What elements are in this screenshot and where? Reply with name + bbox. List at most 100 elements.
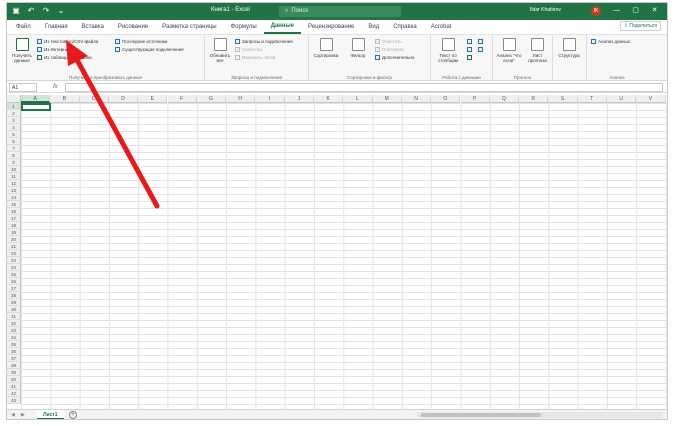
row-header[interactable]: 1 — [7, 103, 21, 110]
column-header[interactable]: L — [343, 95, 373, 103]
horizontal-scrollbar[interactable] — [417, 412, 663, 418]
column-header[interactable]: N — [401, 95, 432, 103]
row-header[interactable]: 12 — [7, 180, 21, 187]
data-analysis-button[interactable]: Анализ данных — [591, 38, 630, 45]
remove-duplicates-button[interactable] — [467, 46, 474, 53]
column-header[interactable]: O — [431, 95, 461, 103]
save-icon[interactable]: ▣ — [11, 6, 21, 16]
from-web-button[interactable]: Из Интернета — [37, 46, 73, 53]
row-header[interactable]: 8 — [7, 152, 21, 159]
row-header[interactable]: 34 — [7, 334, 21, 341]
column-header[interactable]: S — [548, 95, 578, 103]
advanced-filter-button[interactable]: Дополнительно — [375, 54, 414, 61]
properties-button[interactable]: Свойства — [235, 46, 262, 53]
tab-formulas[interactable]: Формулы — [224, 20, 264, 34]
row-header[interactable]: 29 — [7, 299, 21, 306]
row-header[interactable]: 14 — [7, 194, 21, 201]
row-header[interactable]: 23 — [7, 257, 21, 264]
row-header[interactable]: 22 — [7, 250, 21, 257]
row-header[interactable]: 21 — [7, 243, 21, 250]
row-header[interactable]: 3 — [7, 117, 21, 124]
row-header[interactable]: 17 — [7, 215, 21, 222]
row-header[interactable]: 41 — [7, 383, 21, 390]
row-header[interactable]: 31 — [7, 313, 21, 320]
column-header[interactable]: K — [314, 95, 344, 103]
column-header[interactable]: E — [138, 95, 168, 103]
tab-help[interactable]: Справка — [386, 20, 424, 34]
column-header[interactable]: I — [255, 95, 285, 103]
next-sheet-icon[interactable]: ▶ — [21, 412, 25, 418]
row-header[interactable]: 7 — [7, 145, 21, 152]
sort-button[interactable]: Сортировка — [311, 38, 341, 58]
row-header[interactable]: 9 — [7, 159, 21, 166]
row-header[interactable]: 11 — [7, 173, 21, 180]
worksheet-grid[interactable]: A B C D E F G H I J K L M N O P Q R S T U V 1 2 3 4 5 6 7 8 9 10 11 12 13 1… — [7, 95, 667, 409]
sheet-tab[interactable]: Лист1 — [37, 410, 64, 419]
row-header[interactable]: 18 — [7, 222, 21, 229]
tab-file[interactable]: Файл — [9, 20, 38, 34]
row-header[interactable]: 36 — [7, 348, 21, 355]
column-header[interactable]: Q — [489, 95, 520, 103]
customize-qat-icon[interactable]: ⌄ — [56, 6, 66, 16]
row-header[interactable]: 27 — [7, 285, 21, 292]
column-header[interactable]: U — [607, 95, 637, 103]
column-header[interactable]: T — [577, 95, 607, 103]
row-header[interactable]: 28 — [7, 292, 21, 299]
column-header[interactable]: B — [50, 95, 80, 103]
get-data-button[interactable]: Получить данные — [9, 38, 35, 63]
fx-icon[interactable]: fx — [53, 83, 58, 92]
formula-input[interactable] — [65, 83, 663, 92]
row-header[interactable]: 35 — [7, 341, 21, 348]
user-name[interactable]: Ildar Khabirov — [530, 7, 561, 13]
row-header[interactable]: 40 — [7, 376, 21, 383]
row-header[interactable]: 32 — [7, 320, 21, 327]
data-validation-button[interactable] — [467, 54, 474, 61]
edit-links-button[interactable]: Изменить связи — [235, 54, 275, 61]
row-header[interactable]: 2 — [7, 110, 21, 117]
column-header[interactable]: C — [79, 95, 109, 103]
row-header[interactable]: 42 — [7, 390, 21, 397]
close-button[interactable]: ✕ — [645, 5, 664, 17]
row-header[interactable]: 37 — [7, 355, 21, 362]
tab-view[interactable]: Вид — [361, 20, 386, 34]
refresh-all-button[interactable]: Обновить все — [207, 38, 233, 63]
row-header[interactable]: 5 — [7, 131, 21, 138]
column-header[interactable]: A — [21, 95, 51, 103]
clear-filter-button[interactable]: Очистить — [375, 38, 402, 45]
row-header[interactable]: 26 — [7, 278, 21, 285]
row-header[interactable]: 25 — [7, 271, 21, 278]
consolidate-button[interactable] — [478, 38, 485, 45]
avatar[interactable]: IK — [591, 6, 601, 16]
redo-icon[interactable]: ↷ — [41, 6, 51, 16]
scrollbar-thumb[interactable] — [421, 413, 541, 417]
tab-acrobat[interactable]: Acrobat — [424, 20, 459, 34]
row-header[interactable]: 4 — [7, 124, 21, 131]
cell-gridlines[interactable] — [21, 103, 667, 409]
column-header[interactable]: D — [108, 95, 139, 103]
column-header[interactable]: J — [284, 95, 314, 103]
maximize-button[interactable]: ▢ — [626, 5, 645, 17]
from-table-range-button[interactable]: Из таблицы/диапазона — [37, 54, 92, 61]
column-header[interactable]: H — [226, 95, 256, 103]
row-header[interactable]: 15 — [7, 201, 21, 208]
row-header[interactable]: 13 — [7, 187, 21, 194]
from-text-csv-button[interactable]: Из текстового/CSV-файла — [37, 38, 98, 45]
search-box[interactable]: ⌕ Поиск — [279, 6, 401, 17]
tab-review[interactable]: Рецензирование — [301, 20, 361, 34]
outline-button[interactable]: Структура — [556, 38, 582, 58]
column-header[interactable]: R — [519, 95, 549, 103]
tab-home[interactable]: Главная — [38, 20, 75, 34]
prev-sheet-icon[interactable]: ◀ — [11, 412, 15, 418]
relationships-button[interactable] — [478, 46, 485, 53]
tab-insert[interactable]: Вставка — [75, 20, 111, 34]
row-header[interactable]: 43 — [7, 397, 21, 404]
select-all-corner[interactable] — [7, 95, 21, 103]
what-if-button[interactable]: Анализ "что если" — [495, 38, 523, 63]
column-header[interactable]: G — [196, 95, 227, 103]
filter-button[interactable]: Фильтр — [345, 38, 371, 58]
tab-data[interactable]: Данные — [263, 20, 302, 34]
forecast-sheet-button[interactable]: Лист прогноза — [524, 38, 551, 63]
column-header[interactable]: V — [636, 95, 666, 103]
text-to-columns-button[interactable]: Текст по столбцам — [433, 38, 463, 63]
column-header[interactable]: P — [460, 95, 490, 103]
